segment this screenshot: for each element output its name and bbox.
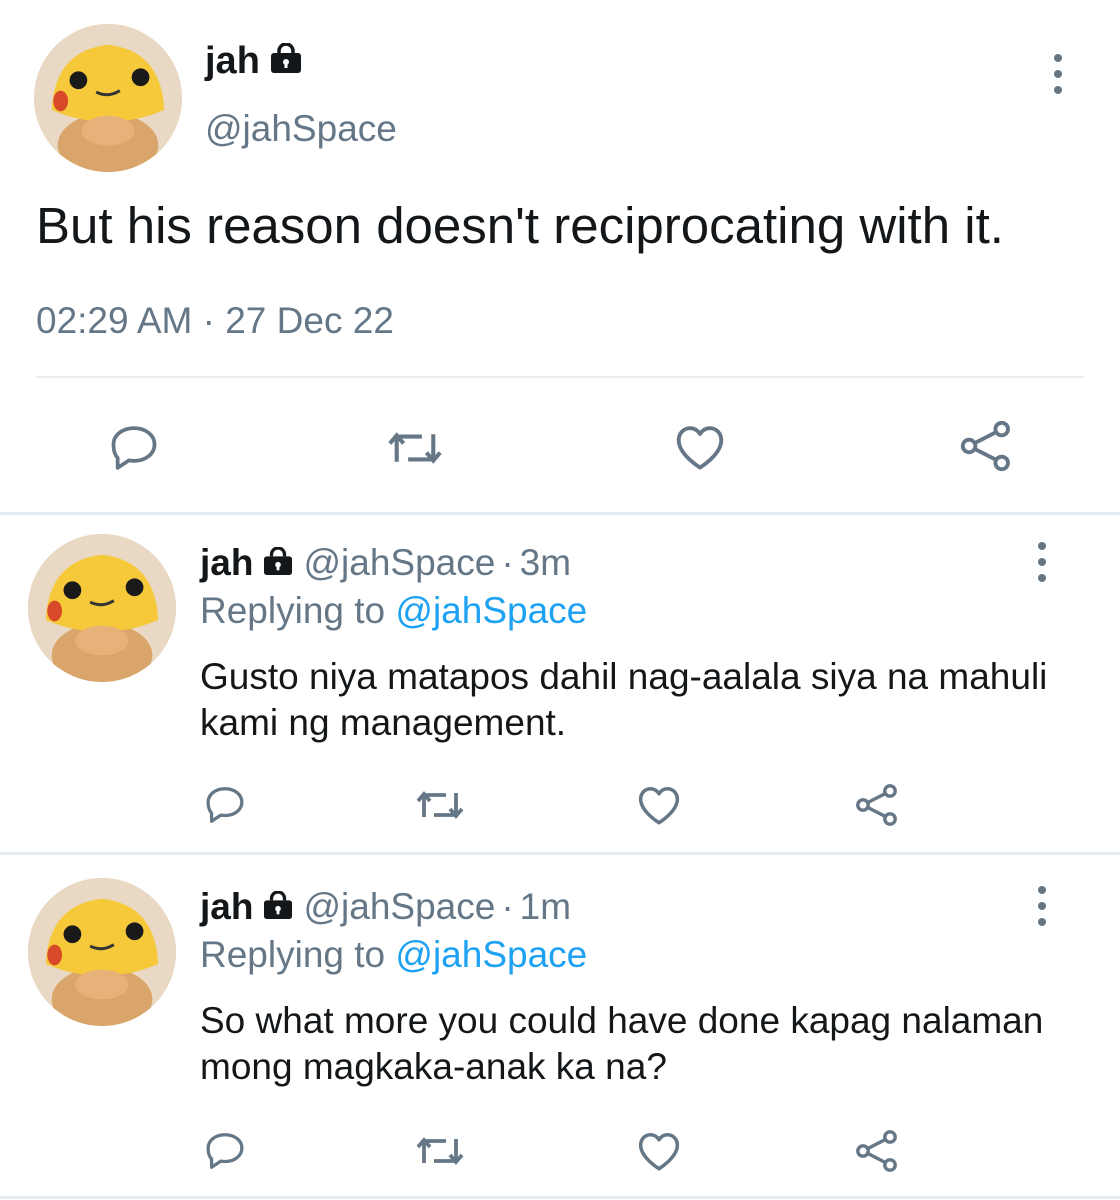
- author-handle[interactable]: @jahSpace: [205, 108, 397, 150]
- replying-label: Replying to: [200, 590, 386, 631]
- more-icon[interactable]: [1046, 54, 1070, 94]
- reply-icon[interactable]: [200, 1126, 250, 1176]
- tweet-timestamp: 02:29 AM · 27 Dec 22: [36, 300, 394, 342]
- like-icon[interactable]: [668, 416, 732, 478]
- avatar[interactable]: [28, 878, 176, 1026]
- tweet-text: But his reason doesn't reciprocating wit…: [36, 197, 1004, 254]
- author-name[interactable]: jah: [200, 886, 253, 928]
- share-icon[interactable]: [852, 1126, 902, 1176]
- author-name[interactable]: jah: [200, 542, 253, 584]
- retweet-icon[interactable]: [380, 418, 450, 478]
- replying-label: Replying to: [200, 934, 386, 975]
- avatar[interactable]: [34, 24, 182, 172]
- divider: [36, 376, 1084, 378]
- mention-link[interactable]: @jahSpace: [395, 934, 587, 975]
- like-icon[interactable]: [632, 1124, 686, 1178]
- retweet-icon[interactable]: [410, 1126, 470, 1176]
- share-icon[interactable]: [956, 416, 1016, 476]
- replying-to: Replying to @jahSpace: [200, 590, 587, 632]
- divider: [0, 852, 1120, 855]
- meta-separator: ·: [501, 886, 514, 927]
- author-handle[interactable]: @jahSpace: [303, 886, 495, 928]
- author-name[interactable]: jah: [205, 40, 260, 83]
- tweet-time[interactable]: 3m: [520, 542, 571, 584]
- lock-icon: [261, 542, 295, 584]
- tweet-time[interactable]: 1m: [520, 886, 571, 928]
- more-icon[interactable]: [1030, 542, 1054, 582]
- reply-icon[interactable]: [104, 418, 164, 478]
- share-icon[interactable]: [852, 780, 902, 830]
- divider: [0, 512, 1120, 515]
- avatar[interactable]: [28, 534, 176, 682]
- tweet-time: 02:29 AM: [36, 300, 193, 341]
- author-handle[interactable]: @jahSpace: [303, 542, 495, 584]
- more-icon[interactable]: [1030, 886, 1054, 926]
- like-icon[interactable]: [632, 778, 686, 832]
- replying-to: Replying to @jahSpace: [200, 934, 587, 976]
- tweet-text: So what more you could have done kapag n…: [200, 1000, 1044, 1087]
- tweet-text: Gusto niya matapos dahil nag-aalala siya…: [200, 656, 1048, 743]
- meta-separator: ·: [501, 542, 514, 583]
- lock-icon: [268, 40, 304, 83]
- retweet-icon[interactable]: [410, 780, 470, 830]
- reply-icon[interactable]: [200, 780, 250, 830]
- meta-separator: ·: [202, 300, 215, 341]
- lock-icon: [261, 886, 295, 928]
- mention-link[interactable]: @jahSpace: [395, 590, 587, 631]
- tweet-date: 27 Dec 22: [225, 300, 394, 341]
- divider: [0, 1196, 1120, 1199]
